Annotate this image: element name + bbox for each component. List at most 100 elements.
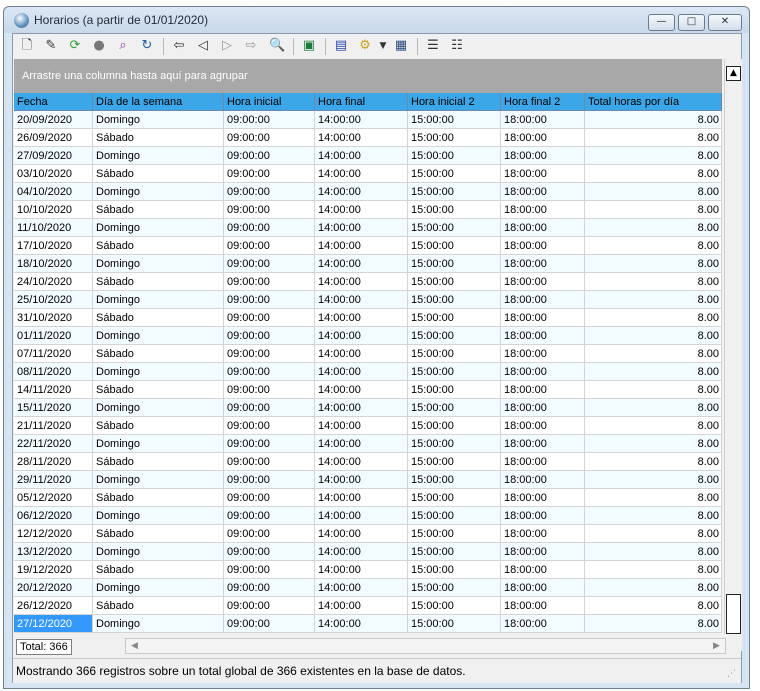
cell-hora-inicial[interactable]: 09:00:00 bbox=[224, 327, 315, 345]
cell-fecha[interactable]: 04/10/2020 bbox=[14, 183, 93, 201]
user-icon[interactable]: ● bbox=[91, 38, 107, 54]
cell-total-horas[interactable]: 8.00 bbox=[585, 147, 722, 165]
cell-hora-final[interactable]: 14:00:00 bbox=[315, 309, 408, 327]
column-header-hora-final-2[interactable]: Hora final 2 bbox=[501, 93, 585, 111]
cell-hora-inicial[interactable]: 09:00:00 bbox=[224, 597, 315, 615]
cell-hora-final[interactable]: 14:00:00 bbox=[315, 273, 408, 291]
cell-hora-inicial-2[interactable]: 15:00:00 bbox=[408, 489, 501, 507]
cell-hora-inicial[interactable]: 09:00:00 bbox=[224, 363, 315, 381]
cell-hora-inicial[interactable]: 09:00:00 bbox=[224, 381, 315, 399]
prev-icon[interactable]: ◁ bbox=[195, 38, 211, 54]
cell-hora-inicial-2[interactable]: 15:00:00 bbox=[408, 525, 501, 543]
cell-total-horas[interactable]: 8.00 bbox=[585, 345, 722, 363]
cell-hora-inicial-2[interactable]: 15:00:00 bbox=[408, 345, 501, 363]
table-row[interactable]: 17/10/2020 Sábado 09:00:00 14:00:00 15:00:00… bbox=[14, 237, 722, 255]
cell-hora-inicial[interactable]: 09:00:00 bbox=[224, 543, 315, 561]
cell-hora-inicial-2[interactable]: 15:00:00 bbox=[408, 309, 501, 327]
scroll-up-icon[interactable]: ▲ bbox=[726, 66, 741, 81]
last-icon[interactable]: ⇨ bbox=[243, 38, 259, 54]
table-row[interactable]: 26/12/2020 Sábado 09:00:00 14:00:00 15:00:00… bbox=[14, 597, 722, 615]
cell-hora-final-2[interactable]: 18:00:00 bbox=[501, 165, 585, 183]
cell-fecha[interactable]: 24/10/2020 bbox=[14, 273, 93, 291]
cell-hora-inicial[interactable]: 09:00:00 bbox=[224, 291, 315, 309]
dropdown-icon[interactable]: ▼ bbox=[375, 38, 391, 54]
cell-hora-inicial-2[interactable]: 15:00:00 bbox=[408, 237, 501, 255]
cell-hora-inicial-2[interactable]: 15:00:00 bbox=[408, 597, 501, 615]
cell-total-horas[interactable]: 8.00 bbox=[585, 453, 722, 471]
cell-total-horas[interactable]: 8.00 bbox=[585, 543, 722, 561]
cell-fecha[interactable]: 27/09/2020 bbox=[14, 147, 93, 165]
table-row[interactable]: 01/11/2020 Domingo 09:00:00 14:00:00 15:00:0… bbox=[14, 327, 722, 345]
cell-hora-inicial-2[interactable]: 15:00:00 bbox=[408, 219, 501, 237]
table-row[interactable]: 14/11/2020 Sábado 09:00:00 14:00:00 15:00:00… bbox=[14, 381, 722, 399]
cell-hora-inicial-2[interactable]: 15:00:00 bbox=[408, 111, 501, 129]
cell-fecha[interactable]: 22/11/2020 bbox=[14, 435, 93, 453]
cell-hora-final-2[interactable]: 18:00:00 bbox=[501, 471, 585, 489]
cell-fecha[interactable]: 29/11/2020 bbox=[14, 471, 93, 489]
report-icon[interactable]: ▦ bbox=[393, 38, 409, 54]
cell-hora-inicial[interactable]: 09:00:00 bbox=[224, 183, 315, 201]
cell-hora-inicial[interactable]: 09:00:00 bbox=[224, 471, 315, 489]
column-header-hora-inicial[interactable]: Hora inicial bbox=[224, 93, 315, 111]
cell-dia-semana[interactable]: Domingo bbox=[93, 507, 224, 525]
cell-hora-inicial[interactable]: 09:00:00 bbox=[224, 129, 315, 147]
cell-hora-final-2[interactable]: 18:00:00 bbox=[501, 237, 585, 255]
cell-dia-semana[interactable]: Sábado bbox=[93, 561, 224, 579]
cell-total-horas[interactable]: 8.00 bbox=[585, 273, 722, 291]
cell-hora-final[interactable]: 14:00:00 bbox=[315, 291, 408, 309]
cell-fecha[interactable]: 15/11/2020 bbox=[14, 399, 93, 417]
table-row[interactable]: 11/10/2020 Domingo 09:00:00 14:00:00 15:00:0… bbox=[14, 219, 722, 237]
table-row[interactable]: 18/10/2020 Domingo 09:00:00 14:00:00 15:00:0… bbox=[14, 255, 722, 273]
cell-dia-semana[interactable]: Domingo bbox=[93, 543, 224, 561]
cell-fecha[interactable]: 13/12/2020 bbox=[14, 543, 93, 561]
cell-dia-semana[interactable]: Sábado bbox=[93, 417, 224, 435]
column-header-total-horas[interactable]: Total horas por día bbox=[585, 93, 722, 111]
cell-total-horas[interactable]: 8.00 bbox=[585, 525, 722, 543]
table-row[interactable]: 21/11/2020 Sábado 09:00:00 14:00:00 15:00:00… bbox=[14, 417, 722, 435]
table-row[interactable]: 03/10/2020 Sábado 09:00:00 14:00:00 15:00:00… bbox=[14, 165, 722, 183]
cell-fecha[interactable]: 07/11/2020 bbox=[14, 345, 93, 363]
cell-total-horas[interactable]: 8.00 bbox=[585, 183, 722, 201]
table-row[interactable]: 15/11/2020 Domingo 09:00:00 14:00:00 15:00:0… bbox=[14, 399, 722, 417]
search-icon[interactable]: ⌕ bbox=[115, 38, 131, 54]
cell-hora-inicial-2[interactable]: 15:00:00 bbox=[408, 435, 501, 453]
scroll-left-icon[interactable]: ◀ bbox=[127, 639, 142, 653]
cell-dia-semana[interactable]: Domingo bbox=[93, 363, 224, 381]
cell-total-horas[interactable]: 8.00 bbox=[585, 615, 722, 633]
cell-hora-final[interactable]: 14:00:00 bbox=[315, 165, 408, 183]
column-header-fecha[interactable]: Fecha bbox=[14, 93, 93, 111]
cell-total-horas[interactable]: 8.00 bbox=[585, 597, 722, 615]
cell-hora-final-2[interactable]: 18:00:00 bbox=[501, 453, 585, 471]
reload-icon[interactable]: ↻ bbox=[139, 38, 155, 54]
cell-hora-inicial-2[interactable]: 15:00:00 bbox=[408, 507, 501, 525]
cell-hora-final-2[interactable]: 18:00:00 bbox=[501, 255, 585, 273]
cell-dia-semana[interactable]: Domingo bbox=[93, 471, 224, 489]
table-row[interactable]: 20/12/2020 Domingo 09:00:00 14:00:00 15:00:0… bbox=[14, 579, 722, 597]
minimize-button[interactable]: — bbox=[648, 14, 675, 31]
cell-hora-final[interactable]: 14:00:00 bbox=[315, 435, 408, 453]
cell-total-horas[interactable]: 8.00 bbox=[585, 489, 722, 507]
table-row[interactable]: 08/11/2020 Domingo 09:00:00 14:00:00 15:00:0… bbox=[14, 363, 722, 381]
cell-hora-inicial[interactable]: 09:00:00 bbox=[224, 453, 315, 471]
table-row[interactable]: 27/09/2020 Domingo 09:00:00 14:00:00 15:00:0… bbox=[14, 147, 722, 165]
cell-hora-inicial[interactable]: 09:00:00 bbox=[224, 525, 315, 543]
print-preview-icon[interactable]: 🔍 bbox=[269, 38, 285, 54]
cell-hora-final[interactable]: 14:00:00 bbox=[315, 579, 408, 597]
cell-hora-final-2[interactable]: 18:00:00 bbox=[501, 399, 585, 417]
cell-hora-inicial[interactable]: 09:00:00 bbox=[224, 489, 315, 507]
notes-icon[interactable]: ▤ bbox=[333, 38, 349, 54]
cell-hora-inicial[interactable]: 09:00:00 bbox=[224, 561, 315, 579]
cell-hora-final-2[interactable]: 18:00:00 bbox=[501, 309, 585, 327]
cell-hora-inicial-2[interactable]: 15:00:00 bbox=[408, 255, 501, 273]
cell-total-horas[interactable]: 8.00 bbox=[585, 219, 722, 237]
cell-hora-inicial[interactable]: 09:00:00 bbox=[224, 255, 315, 273]
vertical-scrollbar[interactable]: ▲ ▼ bbox=[724, 59, 742, 651]
cell-total-horas[interactable]: 8.00 bbox=[585, 129, 722, 147]
cell-hora-final-2[interactable]: 18:00:00 bbox=[501, 363, 585, 381]
cell-hora-inicial[interactable]: 09:00:00 bbox=[224, 165, 315, 183]
table-row[interactable]: 24/10/2020 Sábado 09:00:00 14:00:00 15:00:00… bbox=[14, 273, 722, 291]
cell-hora-final[interactable]: 14:00:00 bbox=[315, 111, 408, 129]
cell-dia-semana[interactable]: Sábado bbox=[93, 525, 224, 543]
cell-hora-inicial[interactable]: 09:00:00 bbox=[224, 111, 315, 129]
cell-hora-final[interactable]: 14:00:00 bbox=[315, 615, 408, 633]
